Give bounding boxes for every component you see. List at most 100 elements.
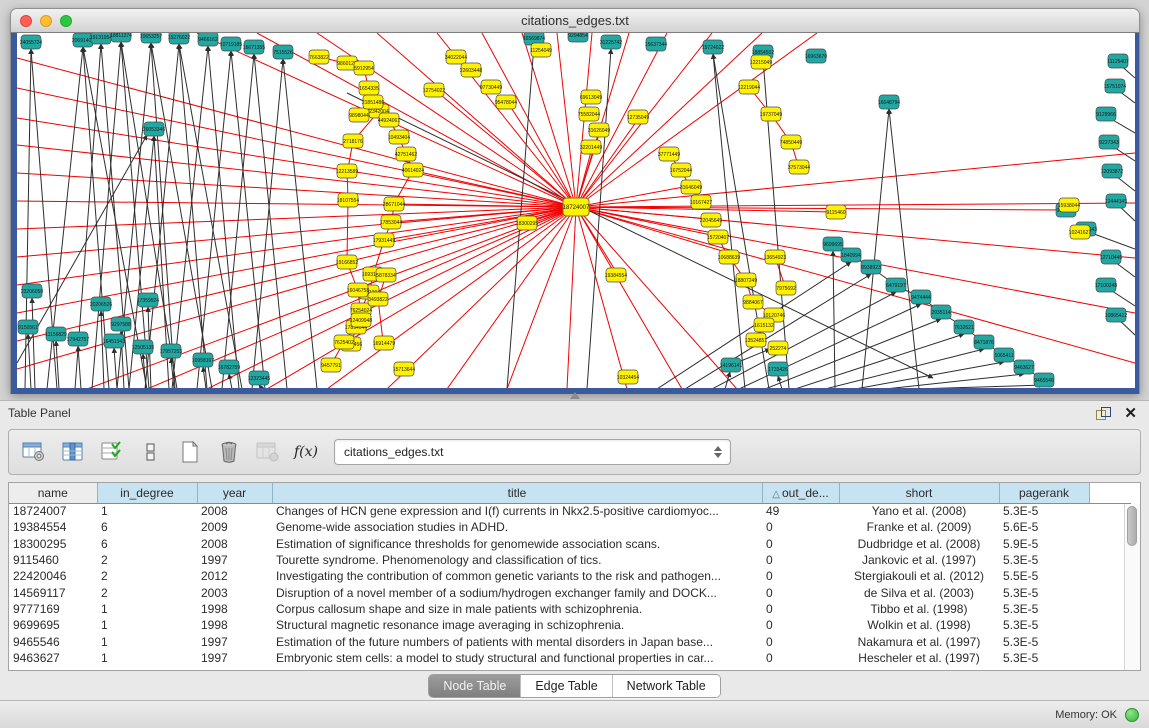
- tab-network-table[interactable]: Network Table: [612, 675, 720, 697]
- graph-node[interactable]: 18811374: [110, 33, 132, 42]
- table-cell[interactable]: 0: [762, 536, 839, 552]
- table-cell[interactable]: 2008: [197, 503, 272, 519]
- graph-node[interactable]: 12323445: [248, 371, 270, 385]
- table-cell[interactable]: 5.3E-5: [999, 617, 1089, 633]
- graph-node[interactable]: 16782759: [218, 360, 240, 374]
- table-cell[interactable]: 0: [762, 568, 839, 584]
- graph-node[interactable]: 31626049: [588, 123, 610, 137]
- graph-node[interactable]: 95478044: [495, 95, 517, 109]
- table-cell[interactable]: 5.6E-5: [999, 519, 1089, 535]
- column-header-title[interactable]: title: [272, 483, 762, 503]
- graph-node[interactable]: 18300295: [516, 216, 538, 230]
- graph-node[interactable]: 1733426: [768, 362, 788, 376]
- table-cell[interactable]: 5.9E-5: [999, 536, 1089, 552]
- table-selector-dropdown[interactable]: citations_edges.txt: [334, 439, 731, 465]
- graph-node[interactable]: 7632621: [954, 320, 974, 334]
- graph-node[interactable]: 12219044: [738, 80, 760, 94]
- graph-node[interactable]: 17100248: [1095, 278, 1117, 292]
- table-cell[interactable]: 5.3E-5: [999, 601, 1089, 617]
- graph-node[interactable]: 19737049: [760, 107, 782, 121]
- graph-node[interactable]: 10688639: [718, 250, 740, 264]
- graph-node[interactable]: 26053346: [143, 122, 165, 136]
- graph-node[interactable]: 9115460: [826, 205, 846, 219]
- table-row[interactable]: 1830029562008Estimation of significance …: [9, 536, 1131, 552]
- table-cell[interactable]: Changes of HCN gene expression and I(f) …: [272, 503, 762, 519]
- graph-node[interactable]: 5878334: [376, 268, 396, 282]
- table-cell[interactable]: 1: [97, 617, 197, 633]
- graph-node[interactable]: 9297588: [111, 317, 131, 331]
- table-cell[interactable]: 18300295: [9, 536, 97, 552]
- graph-node[interactable]: 2935114: [931, 305, 951, 319]
- graph-node[interactable]: 6479197: [886, 278, 906, 292]
- graph-node[interactable]: 18807249: [735, 273, 757, 287]
- graph-node[interactable]: 19131954: [90, 33, 112, 44]
- graph-node[interactable]: 16752044: [670, 163, 692, 177]
- graph-node[interactable]: 10493404: [388, 130, 410, 144]
- table-cell[interactable]: 5.5E-5: [999, 568, 1089, 584]
- graph-node[interactable]: 9898044: [349, 108, 369, 122]
- graph-node[interactable]: 28671044: [383, 197, 405, 211]
- table-cell[interactable]: Wolkin et al. (1998): [839, 617, 999, 633]
- table-row[interactable]: 969969511998Structural magnetic resonanc…: [9, 617, 1131, 633]
- graph-node[interactable]: 2718176: [343, 134, 363, 148]
- graph-node[interactable]: 18107554: [337, 193, 359, 207]
- graph-node[interactable]: 5912954: [354, 61, 374, 75]
- column-header-year[interactable]: year: [197, 483, 272, 503]
- table-row[interactable]: 946554611997Estimation of the future num…: [9, 633, 1131, 649]
- table-cell[interactable]: 5.3E-5: [999, 552, 1089, 568]
- table-cell[interactable]: 5.3E-5: [999, 584, 1089, 600]
- graph-node[interactable]: 7975692: [776, 281, 796, 295]
- graph-node[interactable]: 37771449: [658, 147, 680, 161]
- table-cell[interactable]: 1997: [197, 650, 272, 666]
- graph-node[interactable]: 34022044: [445, 50, 467, 64]
- table-cell[interactable]: Tourette syndrome. Phenomenology and cla…: [272, 552, 762, 568]
- graph-node[interactable]: 37573044: [788, 160, 810, 174]
- graph-node[interactable]: 10167427: [690, 195, 712, 209]
- graph-node[interactable]: 9466162: [198, 33, 218, 46]
- graph-node[interactable]: 252274: [768, 341, 788, 355]
- table-cell[interactable]: 5.3E-5: [999, 650, 1089, 666]
- graph-node[interactable]: 17957253: [160, 344, 182, 358]
- graph-node[interactable]: 16046758: [347, 283, 369, 297]
- graph-node[interactable]: 22603448: [460, 63, 482, 77]
- table-cell[interactable]: 49: [762, 503, 839, 519]
- table-cell[interactable]: Corpus callosum shape and size in male p…: [272, 601, 762, 617]
- graph-node[interactable]: 15720407: [707, 230, 729, 244]
- table-cell[interactable]: 14569117: [9, 584, 97, 600]
- table-scrollbar-thumb[interactable]: [1127, 506, 1137, 546]
- graph-node[interactable]: 15724022: [702, 40, 724, 54]
- graph-node[interactable]: 8938923: [861, 260, 881, 274]
- table-cell[interactable]: 5.3E-5: [999, 503, 1089, 519]
- table-cell[interactable]: 6: [97, 536, 197, 552]
- graph-node[interactable]: 16451943: [103, 334, 125, 348]
- table-row[interactable]: 1938455462009Genome-wide association stu…: [9, 519, 1131, 535]
- graph-node[interactable]: 19166852: [336, 255, 358, 269]
- graph-node[interactable]: 9884067: [743, 295, 763, 309]
- graph-node[interactable]: 16963670: [805, 49, 827, 63]
- table-cell[interactable]: 0: [762, 519, 839, 535]
- graph-node[interactable]: 9463627: [1014, 360, 1034, 374]
- table-row[interactable]: 2242004622012Investigating the contribut…: [9, 568, 1131, 584]
- table-cell[interactable]: 6: [97, 519, 197, 535]
- graph-node[interactable]: 9150561: [18, 320, 38, 334]
- graph-node[interactable]: 10241627: [1069, 225, 1091, 239]
- graph-node[interactable]: 12505135: [132, 340, 154, 354]
- graph-node[interactable]: 1615132: [754, 318, 774, 332]
- table-cell[interactable]: 0: [762, 633, 839, 649]
- graph-node[interactable]: 13524851: [745, 333, 767, 347]
- table-cell[interactable]: 9777169: [9, 601, 97, 617]
- table-cell[interactable]: 9115460: [9, 552, 97, 568]
- graph-node[interactable]: 1654335: [359, 81, 379, 95]
- table-cell[interactable]: Estimation of the future numbers of pati…: [272, 633, 762, 649]
- table-cell[interactable]: 0: [762, 650, 839, 666]
- table-cell[interactable]: 0: [762, 584, 839, 600]
- graph-node[interactable]: 44924061: [378, 113, 400, 127]
- table-cell[interactable]: 9463627: [9, 650, 97, 666]
- graph-node[interactable]: 17853044: [380, 215, 402, 229]
- import-table-icon[interactable]: [255, 439, 281, 465]
- graph-node[interactable]: 13654923: [764, 250, 786, 264]
- graph-node[interactable]: 24055724: [20, 35, 42, 49]
- graph-node[interactable]: 16958167: [192, 353, 214, 367]
- table-cell[interactable]: Hescheler et al. (1997): [839, 650, 999, 666]
- table-cell[interactable]: 18724007: [9, 503, 97, 519]
